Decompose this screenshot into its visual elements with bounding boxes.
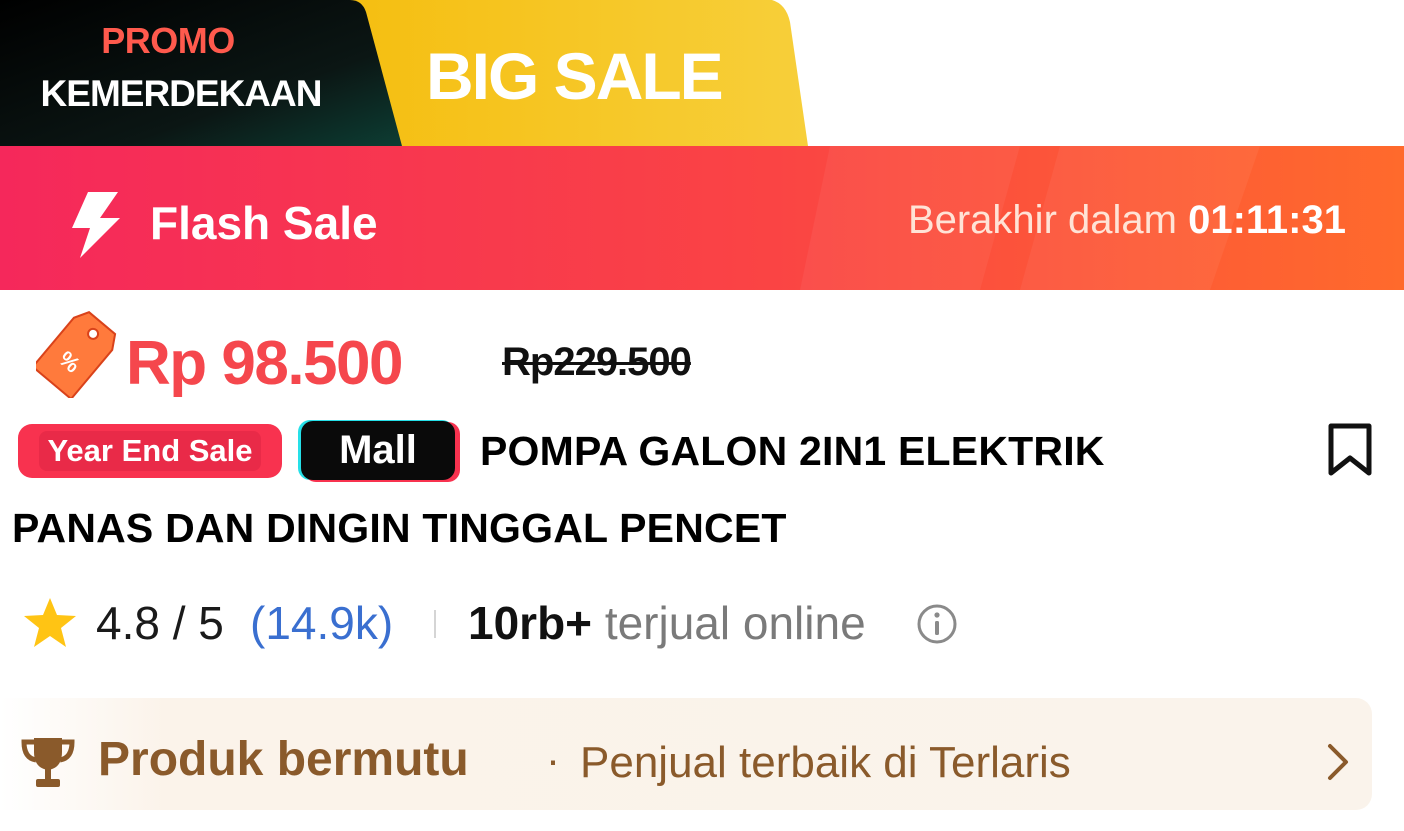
sold-label: terjual online [604, 597, 866, 649]
rating-count-link[interactable]: (14.9k) [250, 596, 393, 650]
quality-subtitle: Penjual terbaik di Terlaris [580, 738, 1071, 787]
promo-banner: PROMO KEMERDEKAAN BIG SALE [0, 0, 1404, 146]
rating-divider [434, 610, 436, 638]
sold-number: 10rb+ [468, 597, 593, 649]
trophy-icon [21, 738, 75, 787]
discount-tag-icon: % [36, 311, 117, 398]
star-icon [24, 598, 76, 647]
bookmark-icon[interactable] [1326, 422, 1374, 478]
quality-separator: · [546, 736, 560, 783]
countdown-label: Berakhir dalam [907, 198, 1177, 242]
quality-title: Produk bermutu [98, 733, 469, 786]
sold-count: 10rb+ terjual online [468, 596, 866, 650]
info-icon[interactable] [916, 603, 958, 645]
mall-badge: Mall [298, 420, 460, 482]
big-sale-label: BIG SALE [426, 39, 724, 113]
promo-label: PROMO [101, 20, 235, 61]
year-end-sale-label: Year End Sale [39, 431, 261, 471]
year-end-sale-badge: Year End Sale [18, 424, 282, 478]
original-price: Rp229.500 [502, 340, 692, 384]
flash-sale-countdown: Berakhir dalam 01:11:31 [908, 198, 1346, 243]
product-title-line-1: POMPA GALON 2IN1 ELEKTRIK [480, 428, 1105, 474]
flash-sale-bar[interactable]: Flash Sale Berakhir dalam 01:11:31 [0, 146, 1404, 290]
countdown-timer: 01:11:31 [1188, 198, 1346, 242]
mall-label: Mall [301, 421, 455, 480]
current-price: Rp 98.500 [126, 329, 404, 398]
rating-score: 4.8 / 5 [96, 597, 224, 649]
chevron-right-icon[interactable] [1324, 742, 1352, 782]
flash-sale-title: Flash Sale [150, 197, 378, 249]
product-title-line-2: PANAS DAN DINGIN TINGGAL PENCET [12, 505, 787, 551]
lightning-bolt-icon [72, 192, 120, 258]
promo-event-label: KEMERDEKAAN [40, 73, 323, 114]
